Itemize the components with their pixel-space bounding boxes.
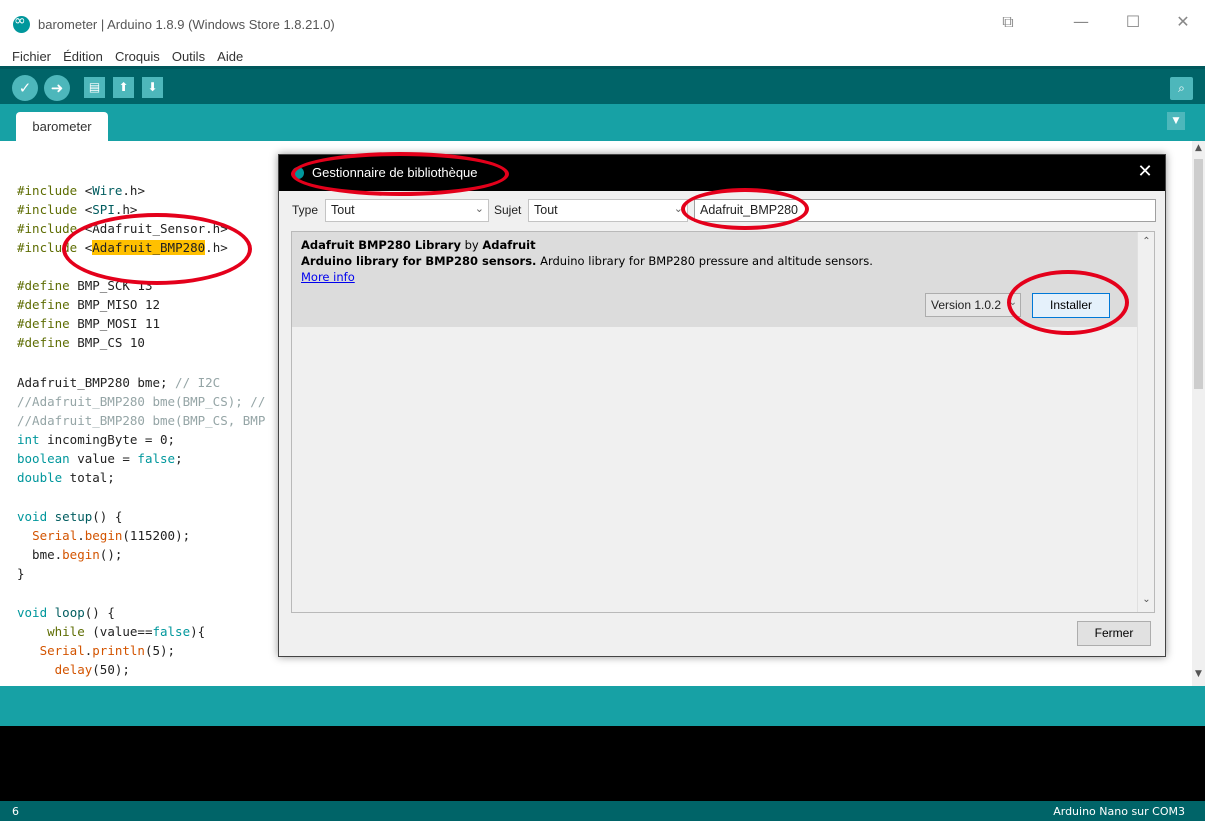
code-line: bme.begin(); (17, 547, 123, 562)
code-line: boolean value = false; (17, 451, 183, 466)
code-line: #define BMP_MISO 12 (17, 297, 160, 312)
chevron-down-icon: ⌄ (1008, 297, 1017, 308)
window-title: barometer | Arduino 1.8.9 (Windows Store… (38, 17, 335, 32)
scroll-up-icon[interactable]: ▲ (1192, 143, 1205, 153)
library-search-input[interactable]: Adafruit_BMP280 (694, 199, 1156, 222)
console-output[interactable] (0, 726, 1205, 801)
type-label: Type (292, 203, 319, 217)
code-line: Adafruit_BMP280 bme; // I2C (17, 375, 221, 390)
save-sketch-button[interactable]: ⬇ (142, 77, 163, 98)
close-button[interactable]: Fermer (1077, 621, 1151, 646)
scroll-up-icon[interactable]: ⌃ (1138, 236, 1155, 247)
code-line: #define BMP_SCK 13 (17, 278, 153, 293)
type-select-value: Tout (331, 203, 355, 217)
minimize-button[interactable]: — (1066, 12, 1096, 38)
library-list[interactable]: Adafruit BMP280 Library by Adafruit Ardu… (291, 231, 1155, 613)
library-manager-dialog: Gestionnaire de bibliothèque ✕ Type Tout… (278, 154, 1166, 657)
library-description: Arduino library for BMP280 sensors. Ardu… (301, 254, 873, 268)
dialog-title: Gestionnaire de bibliothèque (312, 165, 478, 180)
cursor-line-number: 6 (12, 805, 19, 818)
dialog-close-icon[interactable]: ✕ (1133, 161, 1157, 182)
arduino-ide-window: barometer | Arduino 1.8.9 (Windows Store… (0, 0, 1205, 821)
code-line: int incomingByte = 0; (17, 432, 176, 447)
code-line: Serial.begin(115200); (32, 528, 191, 543)
code-line: double total; (17, 470, 115, 485)
code-line: } (17, 566, 25, 581)
chevron-down-icon: ⌄ (474, 203, 484, 215)
code-line: void setup() { (17, 509, 123, 524)
code-line: #include <Adafruit_BMP280.h> (17, 240, 228, 255)
library-summary: Arduino library for BMP280 sensors. (301, 254, 537, 268)
more-info-link[interactable]: More info (301, 270, 355, 284)
verify-button[interactable]: ✓ (12, 75, 38, 101)
code-line: void loop() { (17, 605, 115, 620)
toolbar: ✓ ➜ ▤ ⬆ ⬇ ⌕ (0, 66, 1205, 104)
dialog-title-bar: Gestionnaire de bibliothèque ✕ (279, 155, 1165, 191)
type-select[interactable]: Tout ⌄ (325, 199, 489, 222)
code-line: #define BMP_MOSI 11 (17, 316, 160, 331)
code-line: Serial.println(5); (39, 643, 176, 658)
library-list-item[interactable]: Adafruit BMP280 Library by Adafruit Ardu… (292, 232, 1137, 327)
arduino-logo-icon (292, 167, 304, 179)
code-line: //Adafruit_BMP280 bme(BMP_CS, BMP (17, 413, 266, 428)
subject-select-value: Tout (534, 203, 558, 217)
menu-aide[interactable]: Aide (217, 47, 245, 64)
library-description-text: Arduino library for BMP280 pressure and … (540, 254, 873, 268)
menu-outils[interactable]: Outils (172, 47, 207, 64)
tabs-bar: barometer ▼ (0, 104, 1205, 141)
editor-scrollbar[interactable]: ▲ ▼ (1192, 141, 1205, 686)
library-list-scrollbar[interactable]: ⌃ ⌄ (1137, 232, 1154, 612)
message-bar (0, 686, 1205, 726)
menu-croquis[interactable]: Croquis (115, 47, 162, 64)
snap-icon[interactable]: ⧉ (993, 12, 1023, 38)
scroll-down-icon[interactable]: ▼ (1192, 669, 1205, 679)
version-select[interactable]: Version 1.0.2 ⌄ (925, 293, 1021, 317)
maximize-button[interactable]: ☐ (1118, 12, 1148, 38)
library-name: Adafruit BMP280 Library (301, 238, 461, 252)
tab-menu-icon[interactable]: ▼ (1167, 112, 1185, 130)
library-title: Adafruit BMP280 Library by Adafruit (301, 238, 536, 252)
tab-barometer[interactable]: barometer (16, 112, 108, 141)
chevron-down-icon: ⌄ (673, 203, 683, 215)
code-line: #include <Wire.h> (17, 183, 145, 198)
status-footer: 6 Arduino Nano sur COM3 (0, 801, 1205, 821)
arduino-logo-icon (13, 13, 30, 33)
scroll-down-icon[interactable]: ⌄ (1138, 594, 1155, 605)
open-sketch-button[interactable]: ⬆ (113, 77, 134, 98)
code-line: #include <SPI.h> (17, 202, 138, 217)
library-by: by (464, 238, 479, 252)
library-author: Adafruit (482, 238, 536, 252)
menu-edition[interactable]: Édition (63, 47, 105, 64)
menu-fichier[interactable]: Fichier (12, 47, 53, 64)
title-bar: barometer | Arduino 1.8.9 (Windows Store… (0, 0, 1205, 44)
close-window-button[interactable]: ✕ (1168, 12, 1198, 38)
code-line: #include <Adafruit_Sensor.h> (17, 221, 228, 236)
install-button[interactable]: Installer (1032, 293, 1110, 318)
code-line: //Adafruit_BMP280 bme(BMP_CS); // (17, 394, 266, 409)
code-line: delay(50); (54, 662, 130, 677)
upload-button[interactable]: ➜ (44, 75, 70, 101)
subject-select[interactable]: Tout ⌄ (528, 199, 688, 222)
board-port-label: Arduino Nano sur COM3 (1053, 805, 1185, 818)
new-sketch-button[interactable]: ▤ (84, 77, 105, 98)
code-line: while (value==false){ (47, 624, 206, 639)
code-line: #define BMP_CS 10 (17, 335, 145, 350)
serial-monitor-button[interactable]: ⌕ (1170, 77, 1193, 100)
scrollbar-thumb[interactable] (1194, 159, 1203, 389)
version-select-value: Version 1.0.2 (931, 298, 1002, 312)
menu-bar: Fichier Édition Croquis Outils Aide (0, 44, 1205, 66)
subject-label: Sujet (494, 203, 522, 217)
